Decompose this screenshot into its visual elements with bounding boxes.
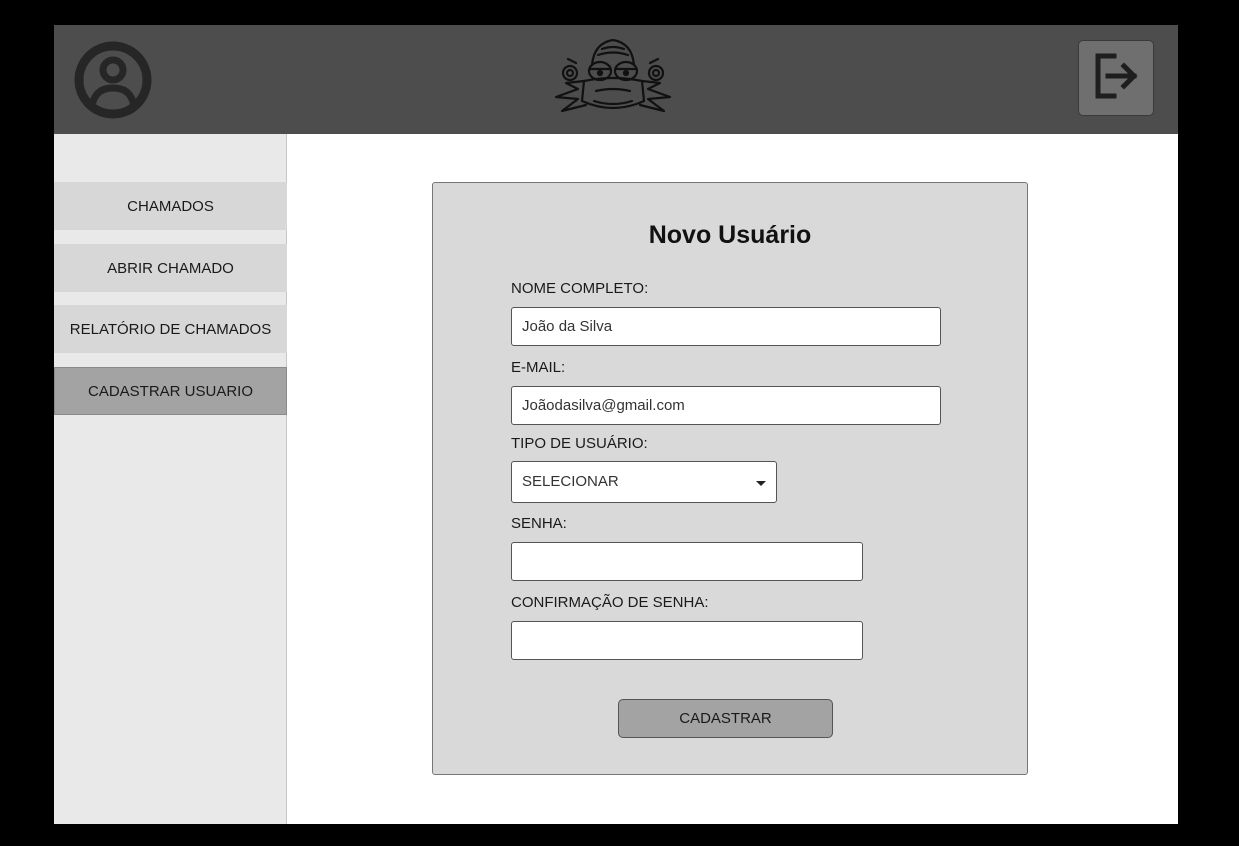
- sidebar-item-relatorio-de-chamados[interactable]: RELATÓRIO DE CHAMADOS: [54, 305, 287, 353]
- password-confirm-field[interactable]: [511, 621, 863, 660]
- sidebar-item-label: CHAMADOS: [127, 197, 214, 215]
- form-title: Novo Usuário: [648, 221, 812, 249]
- name-label: NOME COMPLETO:: [511, 280, 649, 297]
- sidebar-item-cadastrar-usuario[interactable]: CADASTRAR USUARIO: [54, 367, 287, 415]
- new-user-form: Novo Usuário NOME COMPLETO: E-MAIL: TIPO…: [432, 182, 1028, 775]
- user-type-selected: SELECIONAR: [522, 473, 619, 490]
- app-window: CHAMADOS ABRIR CHAMADO RELATÓRIO DE CHAM…: [54, 25, 1178, 824]
- sidebar-item-chamados[interactable]: CHAMADOS: [54, 182, 287, 230]
- sidebar: CHAMADOS ABRIR CHAMADO RELATÓRIO DE CHAM…: [54, 134, 287, 824]
- name-field[interactable]: [511, 307, 941, 346]
- user-type-label: TIPO DE USUÁRIO:: [511, 435, 648, 452]
- logout-icon: [1090, 50, 1142, 107]
- sidebar-item-label: RELATÓRIO DE CHAMADOS: [69, 320, 272, 338]
- top-bar: [54, 25, 1178, 134]
- user-circle-icon[interactable]: [73, 40, 153, 120]
- sidebar-item-abrir-chamado[interactable]: ABRIR CHAMADO: [54, 244, 287, 292]
- user-type-select[interactable]: SELECIONAR: [511, 461, 777, 503]
- logout-button[interactable]: [1078, 40, 1154, 116]
- email-label: E-MAIL:: [511, 359, 566, 376]
- email-field[interactable]: [511, 386, 941, 425]
- sidebar-item-label: CADASTRAR USUARIO: [87, 382, 254, 400]
- caret-down-icon: [756, 481, 766, 486]
- password-field[interactable]: [511, 542, 863, 581]
- password-confirm-label: CONFIRMAÇÃO DE SENHA:: [511, 594, 709, 611]
- password-label: SENHA:: [511, 515, 567, 532]
- gorilla-logo-icon: [548, 35, 678, 121]
- sidebar-item-label: ABRIR CHAMADO: [107, 259, 234, 277]
- cadastrar-button[interactable]: CADASTRAR: [618, 699, 833, 738]
